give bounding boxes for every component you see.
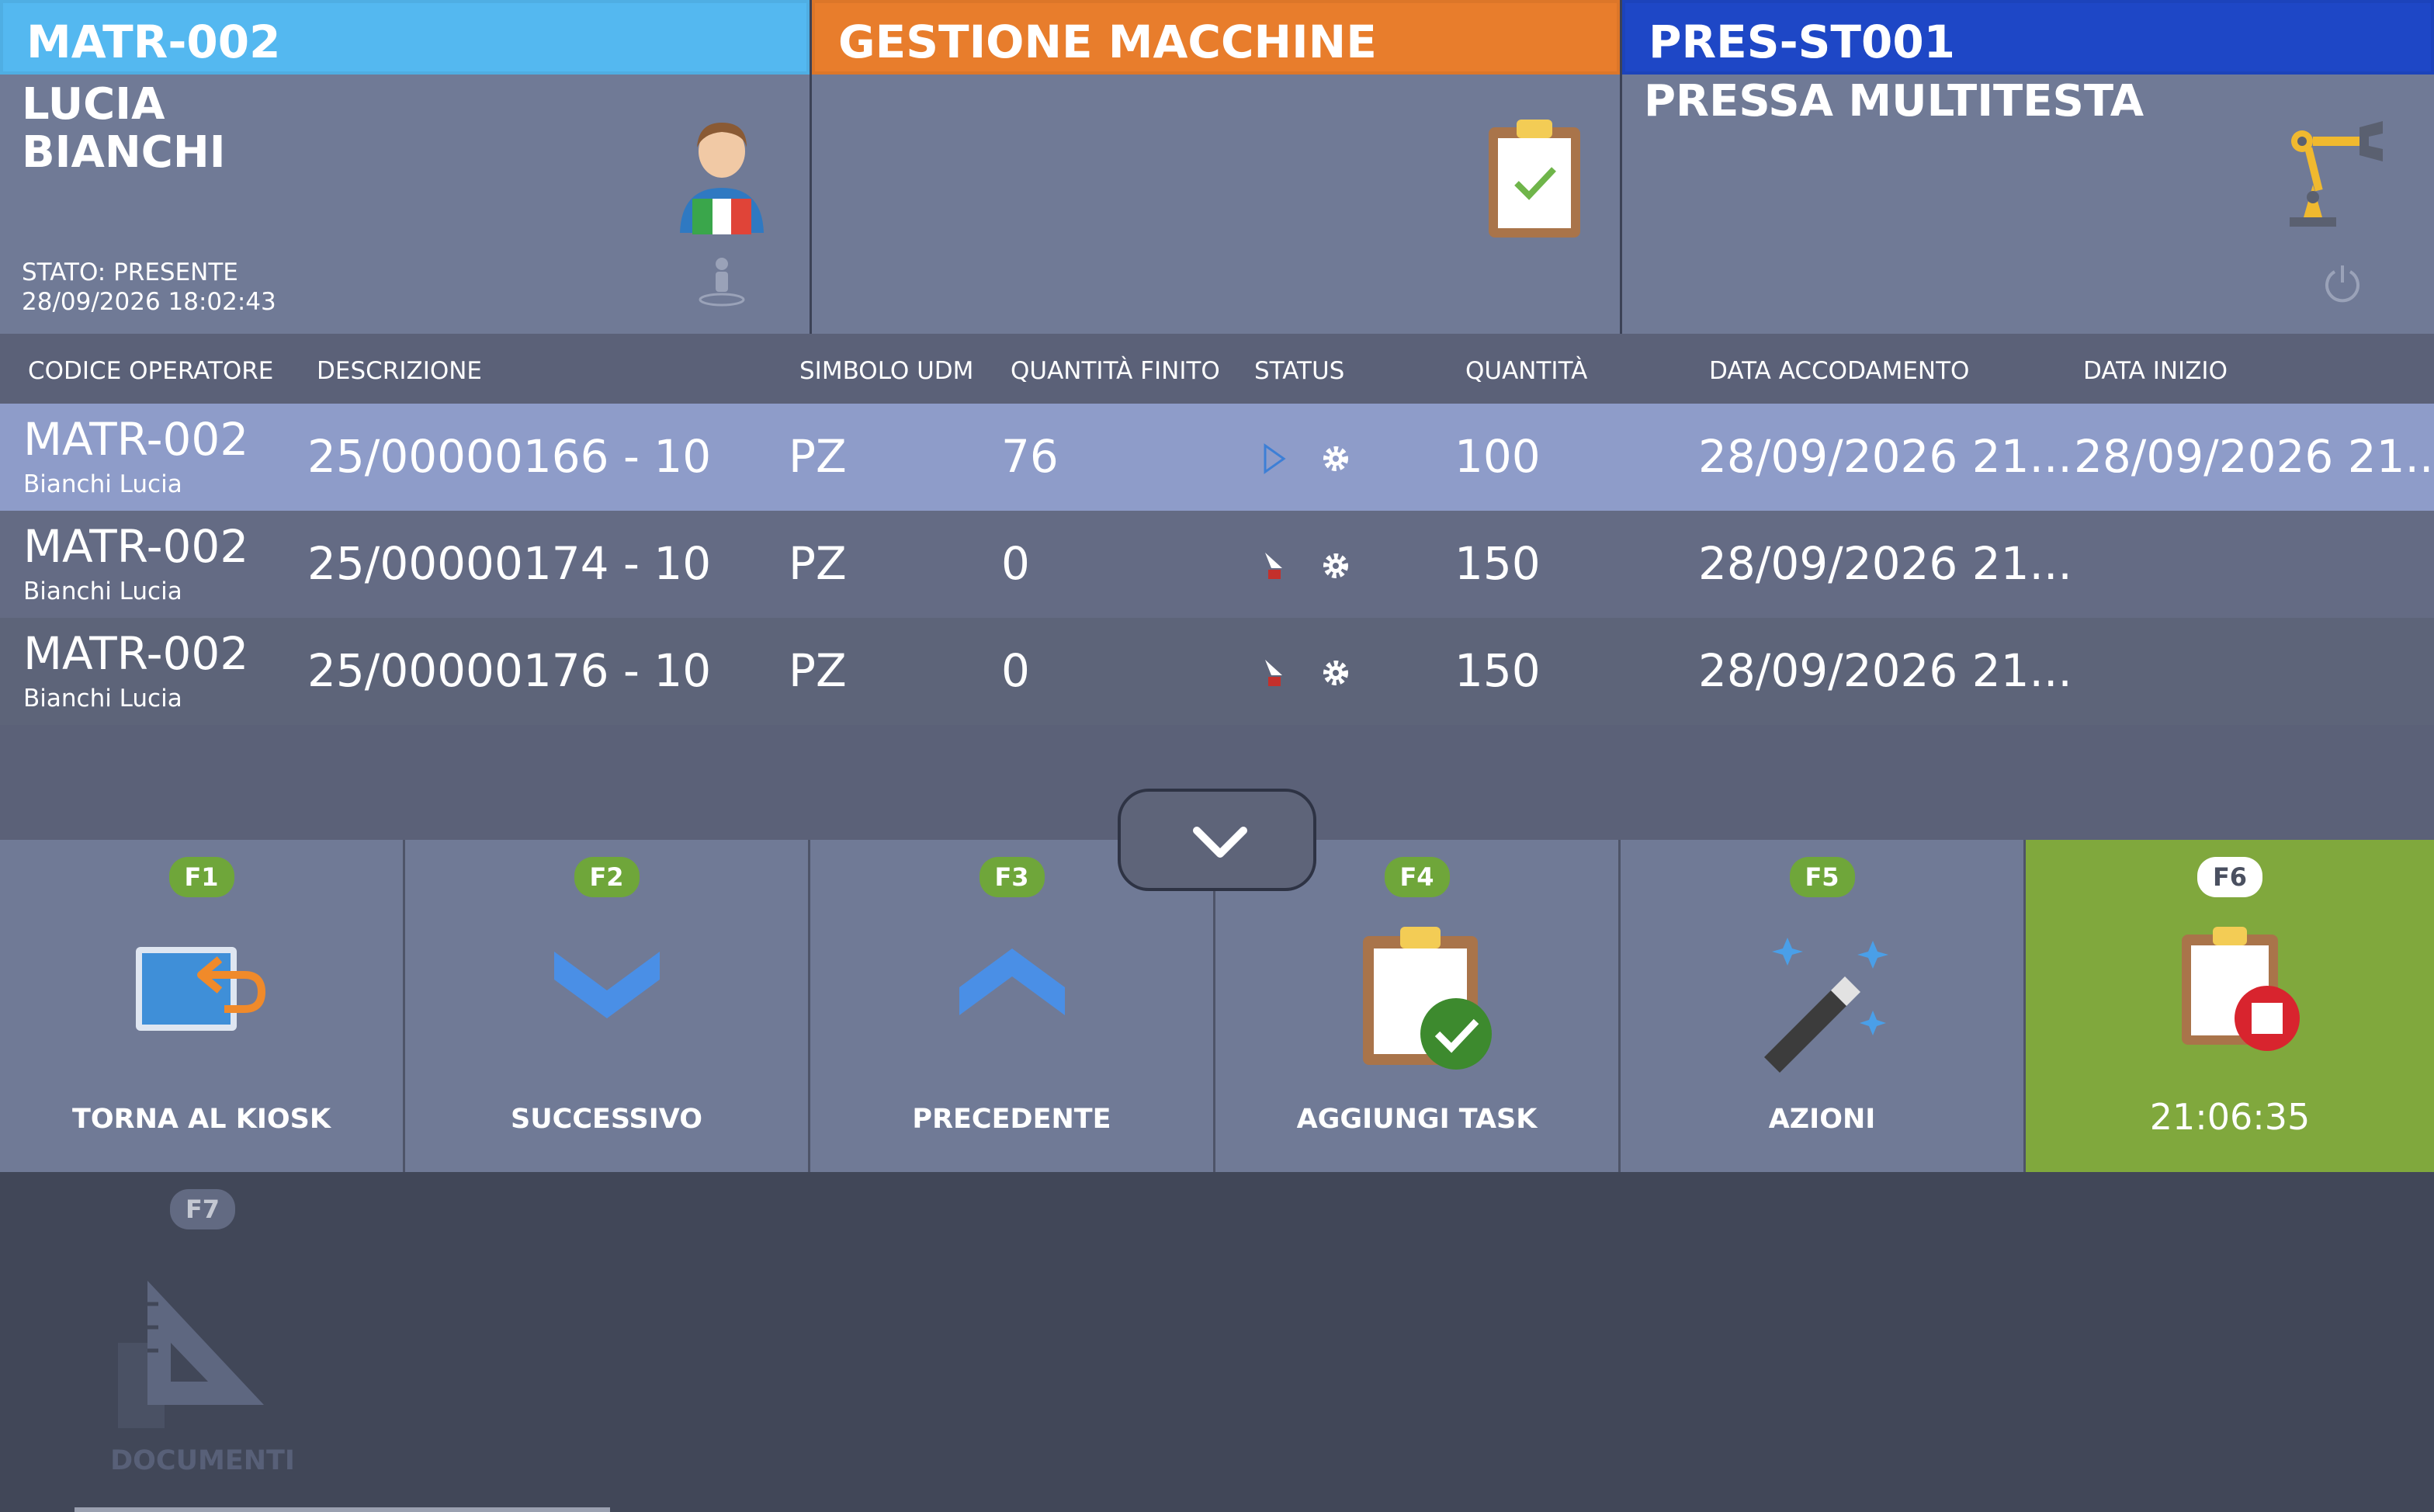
robot-arm-icon (2290, 121, 2383, 227)
f1-torna-al-kiosk-button[interactable]: F1 TORNA AL KIOSK (0, 840, 405, 1172)
f5-badge: F5 (1789, 857, 1855, 897)
col-quantita[interactable]: QUANTITÀ (1465, 357, 1587, 385)
gear-icon[interactable] (1319, 657, 1352, 689)
row-operator-code: MATR-002 (23, 520, 249, 573)
row-qty-finished: 0 (1001, 537, 1030, 590)
row-operator-name: Bianchi Lucia (23, 577, 182, 605)
f7-badge: F7 (170, 1189, 235, 1229)
set-square-icon (118, 1281, 264, 1428)
queued-status-icon (1265, 553, 1282, 579)
management-title: GESTIONE MACCHINE (812, 0, 1620, 75)
row-description: 25/00000174 - 10 (307, 537, 712, 590)
f5-label: AZIONI (1768, 1104, 1876, 1135)
chevron-down-icon (553, 952, 660, 1018)
machine-panel: PRES-ST001 PRESSA MULTITESTA (1622, 0, 2434, 334)
f4-badge: F4 (1384, 857, 1450, 897)
col-status[interactable]: STATUS (1254, 357, 1344, 385)
operator-avatar-icon (680, 123, 764, 234)
management-panel: GESTIONE MACCHINE (812, 0, 1622, 334)
expand-button[interactable] (1118, 789, 1316, 891)
table-header: CODICE OPERATORE DESCRIZIONE SIMBOLO UDM… (0, 334, 2434, 404)
row-description: 25/00000166 - 10 (307, 430, 712, 483)
row-data-inizio: 28/09/2026 21... (2074, 430, 2434, 483)
queued-status-icon (1265, 660, 1282, 686)
row-qty: 100 (1455, 430, 1541, 483)
row-udm: PZ (789, 430, 847, 483)
f6-timer: 21:06:35 (2149, 1096, 2311, 1138)
chevron-down-icon (1193, 827, 1247, 858)
f4-label: AGGIUNGI TASK (1296, 1104, 1538, 1135)
row-data-accodamento: 28/09/2026 21... (1698, 644, 2072, 697)
f7-label: DOCUMENTI (110, 1445, 295, 1476)
return-to-kiosk-icon (135, 947, 265, 1031)
taskbar-indicator (75, 1507, 610, 1512)
operator-last-name: BIANCHI (22, 127, 226, 178)
row-qty-finished: 76 (1001, 430, 1059, 483)
f2-successivo-button[interactable]: F2 SUCCESSIVO (405, 840, 810, 1172)
f3-label: PRECEDENTE (912, 1104, 1111, 1135)
chevron-up-icon (959, 948, 1065, 1015)
row-qty: 150 (1455, 537, 1541, 590)
row-udm: PZ (789, 644, 847, 697)
row-operator-name: Bianchi Lucia (23, 685, 182, 713)
col-quantita-finito[interactable]: QUANTITÀ FINITO (1011, 357, 1220, 385)
row-data-accodamento: 28/09/2026 21... (1698, 430, 2072, 483)
row-operator-code: MATR-002 (23, 413, 249, 466)
machine-name: PRESSA MULTITESTA (1644, 76, 2144, 127)
operator-full-name: LUCIA BIANCHI (22, 81, 226, 177)
status-text: STATO: PRESENTE (22, 258, 238, 286)
col-codice-operatore[interactable]: CODICE OPERATORE (28, 357, 273, 385)
status-timestamp: 28/09/2026 18:02:43 (22, 288, 276, 316)
row-udm: PZ (789, 537, 847, 590)
magic-wand-icon (1763, 938, 1888, 1073)
table-row[interactable]: MATR-002 Bianchi Lucia 25/00000174 - 10 … (0, 511, 2434, 618)
play-status-icon (1264, 443, 1286, 474)
row-description: 25/00000176 - 10 (307, 644, 712, 697)
gear-icon[interactable] (1319, 442, 1352, 475)
gear-icon[interactable] (1319, 550, 1352, 582)
f2-badge: F2 (574, 857, 640, 897)
row-operator-name: Bianchi Lucia (23, 470, 182, 498)
operator-code: MATR-002 (0, 0, 810, 75)
f6-badge: F6 (2197, 857, 2262, 897)
col-data-accodamento[interactable]: DATA ACCODAMENTO (1709, 357, 1969, 385)
f1-badge: F1 (168, 857, 234, 897)
operator-status: STATO: PRESENTE 28/09/2026 18:02:43 (22, 258, 276, 317)
presence-icon (699, 258, 745, 307)
machine-code: PRES-ST001 (1622, 0, 2434, 75)
col-descrizione[interactable]: DESCRIZIONE (317, 357, 482, 385)
operator-panel: MATR-002 LUCIA BIANCHI STATO: PRESENTE 2… (0, 0, 812, 334)
f3-badge: F3 (979, 857, 1045, 897)
clipboard-check-icon (1489, 120, 1580, 238)
col-data-inizio[interactable]: DATA INIZIO (2083, 357, 2228, 385)
table-row[interactable]: MATR-002 Bianchi Lucia 25/00000166 - 10 … (0, 404, 2434, 511)
f6-timer-button[interactable]: F6 21:06:35 (2026, 840, 2434, 1172)
power-icon[interactable] (2321, 261, 2364, 304)
row-data-accodamento: 28/09/2026 21... (1698, 537, 2072, 590)
row-operator-code: MATR-002 (23, 627, 249, 680)
f7-documenti-button[interactable]: F7 DOCUMENTI (0, 1172, 405, 1512)
clipboard-stop-icon (2182, 927, 2300, 1051)
f2-label: SUCCESSIVO (511, 1104, 702, 1135)
row-qty-finished: 0 (1001, 644, 1030, 697)
table-row[interactable]: MATR-002 Bianchi Lucia 25/00000176 - 10 … (0, 618, 2434, 725)
f5-azioni-button[interactable]: F5 AZIONI (1621, 840, 2026, 1172)
col-simbolo-udm[interactable]: SIMBOLO UDM (799, 357, 973, 385)
f1-label: TORNA AL KIOSK (72, 1104, 331, 1135)
clipboard-check-icon (1362, 927, 1492, 1070)
row-qty: 150 (1455, 644, 1541, 697)
operator-first-name: LUCIA (22, 79, 165, 130)
